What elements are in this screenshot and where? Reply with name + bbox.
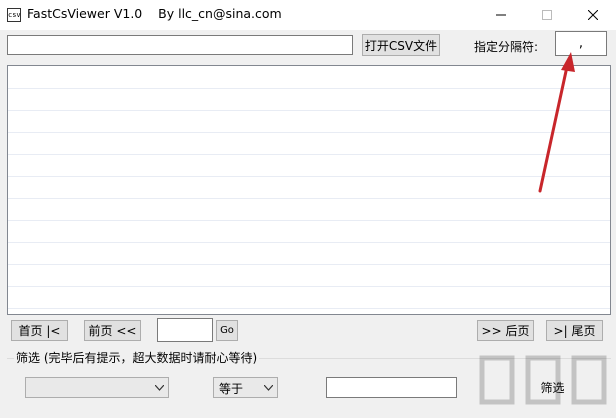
file-path-input[interactable] — [7, 35, 353, 55]
minimize-icon — [496, 14, 506, 16]
filter-group-label: 筛选 (完毕后有提示，超大数据时请耐心等待) — [14, 349, 260, 366]
delimiter-label: 指定分隔符: — [474, 40, 539, 54]
last-page-button[interactable]: >| 尾页 — [546, 320, 603, 341]
page-number-input[interactable] — [157, 318, 213, 342]
app-icon: csv — [7, 8, 21, 22]
annotation-arrow — [538, 52, 575, 193]
filter-operator-value: 等于 — [219, 382, 244, 396]
filter-column-select[interactable] — [25, 377, 169, 398]
next-page-button[interactable]: >> 后页 — [477, 320, 534, 341]
close-button[interactable] — [570, 0, 616, 30]
close-icon — [588, 10, 598, 20]
minimize-button[interactable] — [478, 0, 524, 30]
filter-operator-select[interactable]: 等于 — [213, 377, 278, 398]
open-csv-button[interactable]: 打开CSV文件 — [362, 34, 440, 56]
chevron-down-icon — [264, 384, 273, 391]
first-page-button[interactable]: 首页 |< — [11, 320, 68, 341]
go-button[interactable]: Go — [216, 320, 238, 341]
maximize-icon — [542, 10, 552, 20]
chevron-down-icon — [155, 384, 164, 391]
watermark-logo — [479, 355, 607, 405]
window-title: FastCsViewer V1.0 By llc_cn@sina.com — [27, 6, 282, 21]
data-grid[interactable] — [7, 65, 611, 315]
maximize-button[interactable] — [524, 0, 570, 30]
prev-page-button[interactable]: 前页 << — [84, 320, 141, 341]
filter-value-input[interactable] — [326, 377, 457, 398]
